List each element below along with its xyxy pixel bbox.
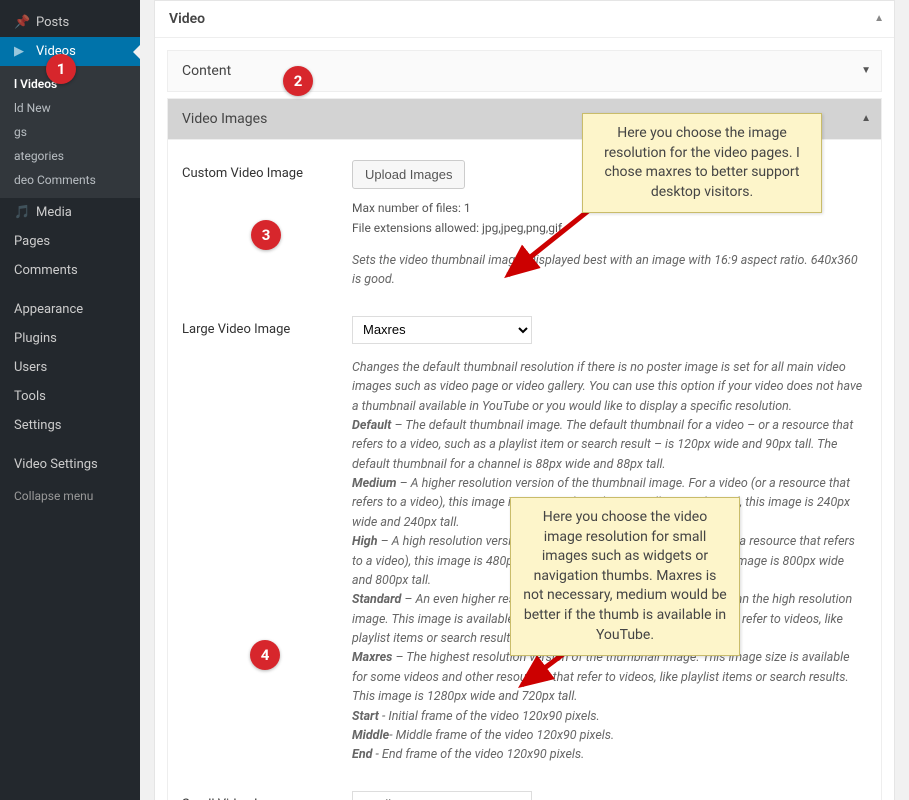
submenu-categories[interactable]: ategories xyxy=(0,144,140,168)
accordion-content[interactable]: Content ▼ xyxy=(167,50,882,92)
sidebar-item-users[interactable]: Users xyxy=(0,353,140,382)
file-ext-text: File extensions allowed: jpg,jpeg,png,gi… xyxy=(352,219,867,237)
admin-sidebar: 📌Posts ▶Videos l Videos ld New gs ategor… xyxy=(0,0,140,800)
annotation-marker-3: 3 xyxy=(251,220,281,250)
collapse-icon: ▲ xyxy=(874,13,884,24)
sidebar-item-settings[interactable]: Settings xyxy=(0,411,140,440)
annotation-callout-1: Here you choose the image resolution for… xyxy=(582,113,822,213)
field-small-video-image: Small Video Image Medium Changes the def… xyxy=(182,791,867,800)
chevron-down-icon: ▼ xyxy=(861,65,871,76)
upload-images-button[interactable]: Upload Images xyxy=(352,160,465,189)
sidebar-item-posts[interactable]: 📌Posts xyxy=(0,8,140,37)
large-video-image-select[interactable]: Maxres xyxy=(352,316,532,344)
sidebar-item-pages[interactable]: Pages xyxy=(0,227,140,256)
annotation-callout-2: Here you choose the video image resoluti… xyxy=(510,497,740,656)
panel-head-video[interactable]: Video ▲ xyxy=(155,1,894,38)
sidebar-item-appearance[interactable]: Appearance xyxy=(0,295,140,324)
chevron-up-icon: ▲ xyxy=(861,113,871,124)
media-icon: 🎵 xyxy=(14,205,32,220)
small-video-image-select[interactable]: Medium xyxy=(352,791,532,800)
submenu-tags[interactable]: gs xyxy=(0,120,140,144)
sidebar-item-plugins[interactable]: Plugins xyxy=(0,324,140,353)
label-custom-video-image: Custom Video Image xyxy=(182,160,352,181)
sidebar-item-comments[interactable]: Comments xyxy=(0,256,140,285)
collapse-menu[interactable]: Collapse menu xyxy=(0,479,140,513)
sidebar-submenu-videos: l Videos ld New gs ategories deo Comment… xyxy=(0,66,140,198)
submenu-video-comments[interactable]: deo Comments xyxy=(0,168,140,192)
pin-icon: 📌 xyxy=(14,15,32,30)
label-large-video-image: Large Video Image xyxy=(182,316,352,337)
sidebar-item-tools[interactable]: Tools xyxy=(0,382,140,411)
label-small-video-image: Small Video Image xyxy=(182,791,352,800)
annotation-marker-2: 2 xyxy=(283,66,313,96)
annotation-marker-4: 4 xyxy=(250,640,280,670)
sidebar-item-media[interactable]: 🎵Media xyxy=(0,198,140,227)
submenu-add-new[interactable]: ld New xyxy=(0,96,140,120)
annotation-marker-1: 1 xyxy=(46,54,76,84)
custom-image-desc: Sets the video thumbnail image. Displaye… xyxy=(352,251,867,290)
video-icon: ▶ xyxy=(14,44,32,59)
sidebar-item-video-settings[interactable]: Video Settings xyxy=(0,450,140,479)
